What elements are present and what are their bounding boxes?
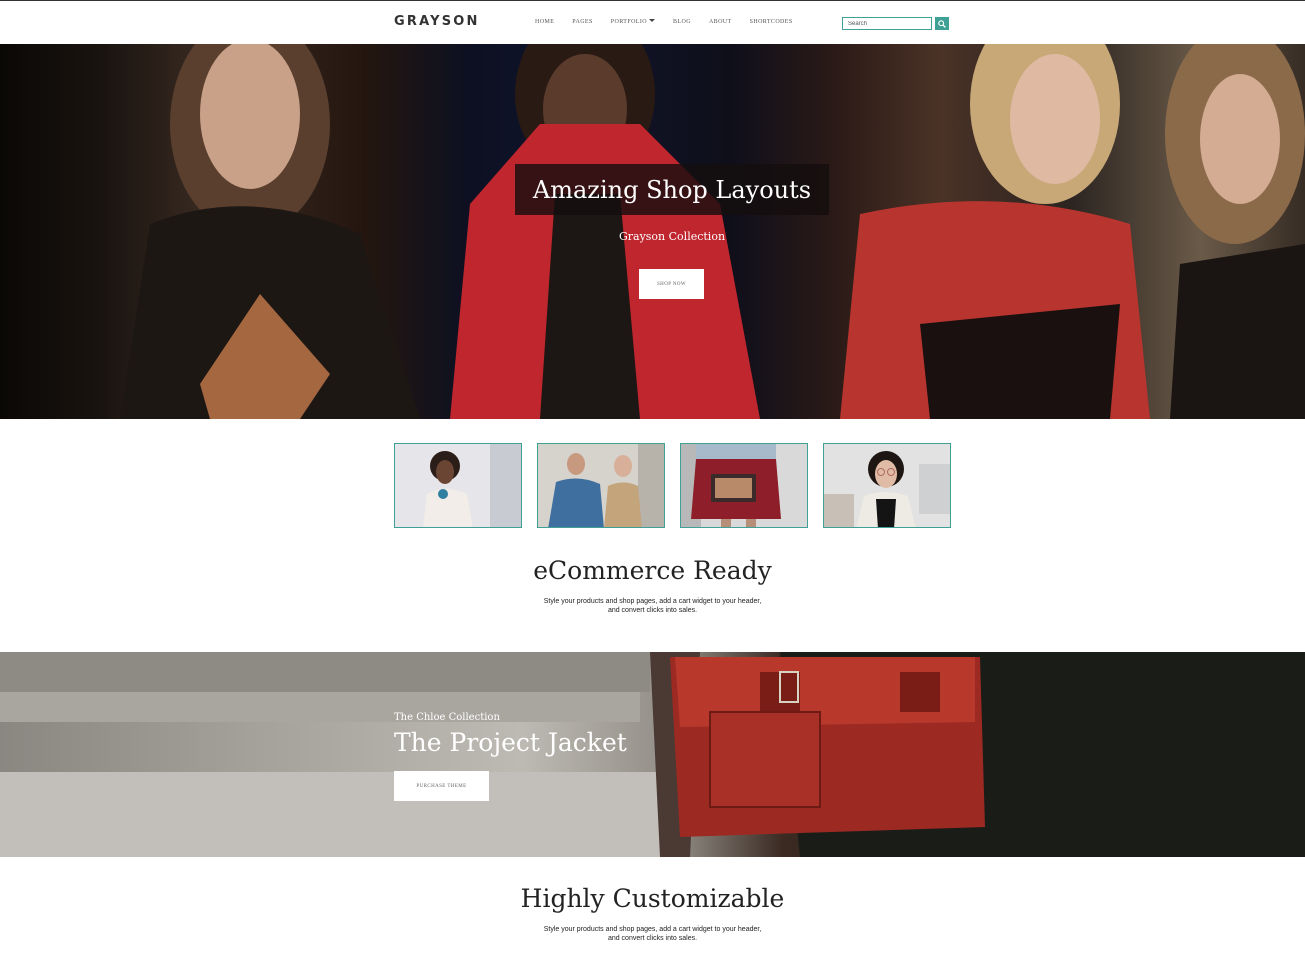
chevron-down-icon xyxy=(649,19,655,22)
hero-subtitle: Grayson Collection xyxy=(618,230,726,243)
main-nav: HOME PAGES PORTFOLIO BLOG ABOUT SHORTCOD… xyxy=(535,19,811,25)
thumbnail-image xyxy=(395,444,521,527)
thumb-woman-white-blazer[interactable] xyxy=(394,443,522,528)
banner-eyebrow: The Chloe Collection xyxy=(394,712,500,723)
customizable-desc-line1: Style your products and shop pages, add … xyxy=(543,926,762,933)
customizable-title: Highly Customizable xyxy=(520,884,785,913)
thumb-two-men-denim[interactable] xyxy=(537,443,665,528)
banner-title: The Project Jacket xyxy=(394,728,627,757)
shop-now-button[interactable]: SHOP NOW xyxy=(639,269,704,299)
thumbnail-image xyxy=(538,444,664,527)
hero-title-box: Amazing Shop Layouts xyxy=(515,164,829,215)
search-button[interactable] xyxy=(935,17,949,30)
site-header: GRAYSON HOME PAGES PORTFOLIO BLOG ABOUT … xyxy=(0,0,1305,44)
purchase-theme-button[interactable]: PURCHASE THEME xyxy=(394,771,489,801)
nav-blog[interactable]: BLOG xyxy=(673,19,691,25)
hero-title: Amazing Shop Layouts xyxy=(532,175,812,204)
banner-photo xyxy=(0,652,1305,857)
nav-shortcodes[interactable]: SHORTCODES xyxy=(750,19,793,25)
thumbnail-image xyxy=(681,444,807,527)
nav-about[interactable]: ABOUT xyxy=(709,19,732,25)
search-icon xyxy=(938,19,946,28)
thumb-red-skirt-clutch[interactable] xyxy=(680,443,808,528)
hero-banner: Amazing Shop Layouts Grayson Collection … xyxy=(0,44,1305,419)
nav-home[interactable]: HOME xyxy=(535,19,554,25)
project-jacket-banner: The Chloe Collection The Project Jacket … xyxy=(0,652,1305,857)
customizable-desc-line2: and convert clicks into sales. xyxy=(607,935,698,942)
thumbnail-row xyxy=(394,443,951,528)
ecommerce-desc-line1: Style your products and shop pages, add … xyxy=(543,598,762,605)
nav-pages[interactable]: PAGES xyxy=(572,19,592,25)
nav-portfolio-label: PORTFOLIO xyxy=(610,19,647,25)
site-logo[interactable]: GRAYSON xyxy=(394,14,480,29)
search-input[interactable] xyxy=(842,17,932,30)
thumb-woman-glasses[interactable] xyxy=(823,443,951,528)
ecommerce-title: eCommerce Ready xyxy=(533,556,772,585)
nav-portfolio[interactable]: PORTFOLIO xyxy=(611,19,655,25)
thumbnail-image xyxy=(824,444,950,527)
ecommerce-desc-line2: and convert clicks into sales. xyxy=(607,607,698,614)
